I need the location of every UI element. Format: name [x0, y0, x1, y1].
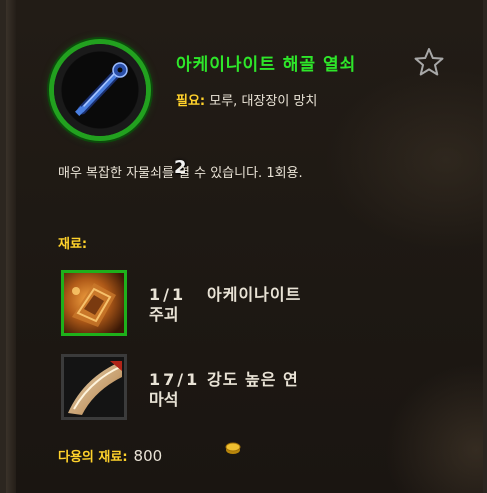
- material-row-1: 1/1 아케이나이트 주괴: [149, 285, 301, 325]
- material-name-line2: 마석: [149, 390, 179, 409]
- material-name-line1: 강도 높은 연: [207, 370, 299, 389]
- item-description: 매우 복잡한 자물쇠를 열 수 있습니다. 1회용.: [58, 166, 303, 181]
- favorite-star-icon[interactable]: [413, 46, 445, 78]
- requirement-value: 모루, 대장장이 망치: [209, 94, 318, 109]
- material-slot-whetstone[interactable]: [61, 354, 127, 420]
- coin-icon: [225, 442, 241, 454]
- reuse-value: 800: [133, 447, 163, 465]
- item-icon-frame[interactable]: 2: [54, 44, 187, 178]
- whetstone-icon: [64, 357, 124, 417]
- material-slot-arcanite-bar[interactable]: [61, 270, 127, 336]
- requirement-label: 필요:: [176, 94, 206, 109]
- material-row-2: 17/1 강도 높은 연 마석: [149, 370, 299, 410]
- skeleton-key-icon: [75, 62, 128, 116]
- reuse-label: 다용의 재료:: [58, 450, 128, 465]
- requirement-line: 필요: 모루, 대장장이 망치: [176, 90, 317, 109]
- reuse-line: 다용의 재료: 800: [58, 446, 162, 465]
- material-qty: 17/1: [149, 370, 201, 389]
- material-name-line2: 주괴: [149, 305, 179, 324]
- tooltip-panel: 2 아케이나이트 해골 열쇠 필요: 모루, 대장장이 망치 매우 복잡한 자물…: [0, 0, 487, 493]
- materials-title: 재료:: [58, 237, 88, 252]
- item-name: 아케이나이트 해골 열쇠: [176, 55, 357, 75]
- material-name-line1: 아케이나이트: [207, 285, 302, 304]
- arcanite-bar-icon: [64, 273, 124, 333]
- material-qty: 1/1: [149, 285, 187, 304]
